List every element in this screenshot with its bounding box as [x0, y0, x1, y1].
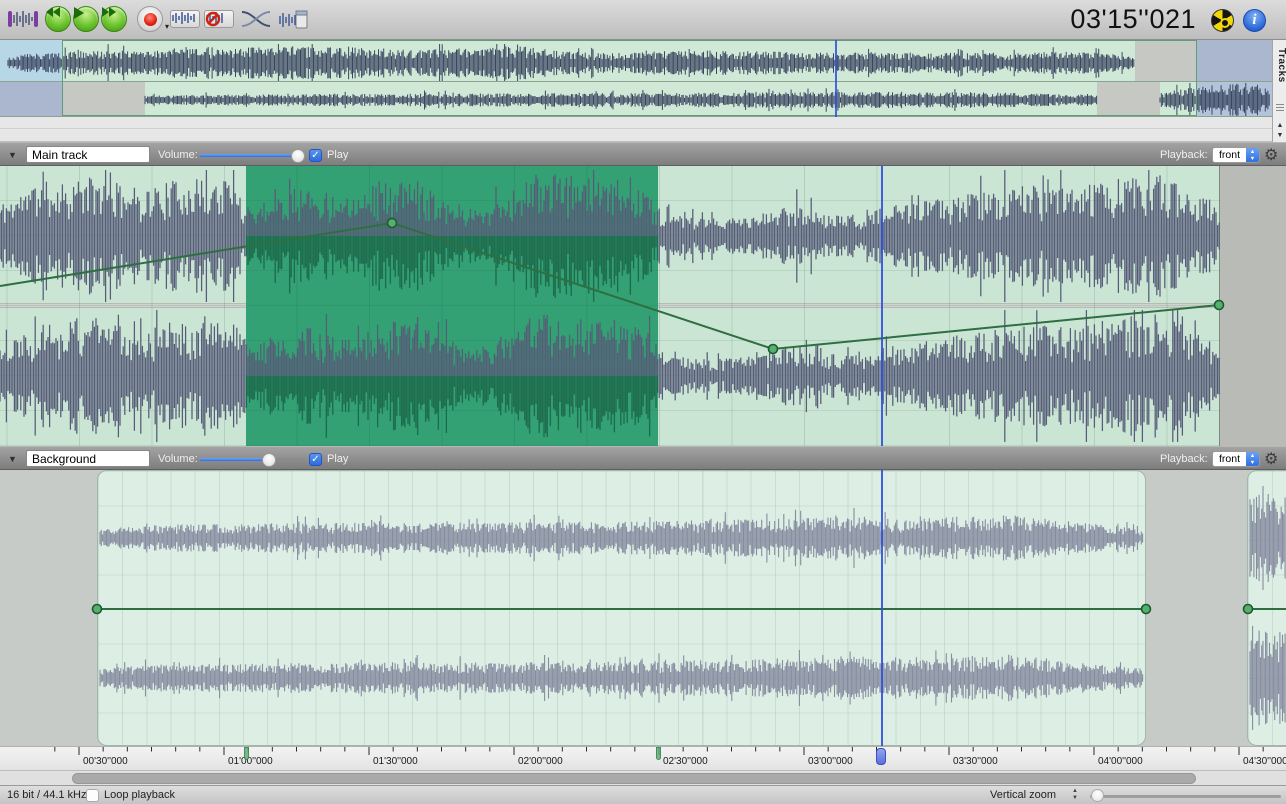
overview-scroll-down-button[interactable]: ▼: [1274, 130, 1286, 141]
background-playhead: [881, 470, 883, 746]
horizontal-scrollbar[interactable]: [0, 770, 1286, 785]
main-play-label: Play: [327, 149, 349, 161]
info-glyph: i: [1252, 12, 1257, 28]
background-play-label: Play: [327, 453, 349, 465]
vertical-zoom-slider-knob[interactable]: [1090, 789, 1104, 802]
overview-playhead: [835, 40, 837, 117]
burn-icon[interactable]: [1211, 9, 1234, 32]
selection-boundary-marker[interactable]: [244, 747, 249, 760]
edit-waveform-button[interactable]: [170, 10, 200, 28]
fade-curves-icon: [241, 11, 271, 27]
tracks-overview[interactable]: [0, 40, 1272, 117]
info-icon[interactable]: i: [1243, 9, 1266, 32]
main-volume-slider-knob[interactable]: [290, 148, 305, 163]
play-icon: [74, 7, 84, 19]
play-button[interactable]: [73, 6, 99, 32]
background-playback-label: Playback:: [1160, 453, 1208, 465]
overview-side-strip: Tracks ▲ ▼: [1272, 40, 1286, 142]
ruler-label: 00'30''000: [83, 756, 128, 767]
background-playback-dropdown[interactable]: front ▲ ▼: [1212, 451, 1260, 467]
silence-selection-button[interactable]: [204, 10, 234, 28]
background-volume-slider-fill: [200, 458, 269, 461]
horizontal-scrollbar-thumb[interactable]: [72, 773, 1196, 784]
background-play-checkbox[interactable]: ✓: [309, 453, 322, 466]
selection-tool-icon: [8, 11, 38, 27]
main-track-area[interactable]: [0, 166, 1286, 446]
waveform-window-icon: [279, 10, 308, 29]
main-play-checkbox[interactable]: ✓: [309, 149, 322, 162]
overview-visible-region-box[interactable]: [62, 40, 1197, 116]
no-entry-icon: [205, 11, 221, 27]
record-icon: [143, 12, 157, 26]
band-divider: [0, 128, 1272, 129]
ruler-label: 03'30''000: [953, 756, 998, 767]
ruler-label: 01'30''000: [373, 756, 418, 767]
ruler-label: 02'30''000: [663, 756, 708, 767]
audio-editor-window: ▾ 03'15''021 i Tracks ▲ ▼ ▼ Main track V…: [0, 0, 1286, 804]
record-button[interactable]: ▾: [137, 6, 169, 32]
background-track-name-field[interactable]: [26, 450, 150, 467]
envelope-handle[interactable]: [767, 343, 779, 355]
main-volume-slider-fill: [200, 154, 298, 157]
main-playback-dropdown[interactable]: front ▲ ▼: [1212, 147, 1260, 163]
ruler-label: 04'30''000: [1243, 756, 1286, 767]
background-volume-envelope: [91, 603, 1286, 615]
loop-playback-label: Loop playback: [104, 789, 175, 801]
main-playback-value: front: [1219, 149, 1241, 161]
main-volume-envelope: [0, 217, 1225, 355]
ruler-label: 04'00''000: [1098, 756, 1143, 767]
status-bar: 16 bit / 44.1 kHz Loop playback Vertical…: [0, 785, 1286, 804]
toolbar: ▾ 03'15''021 i: [0, 0, 1286, 40]
vertical-zoom-slider-track[interactable]: [1090, 794, 1281, 798]
background-volume-slider-knob[interactable]: [261, 452, 276, 467]
envelope-handle[interactable]: [1242, 603, 1254, 615]
rewind-icon: [46, 7, 60, 17]
audio-format-label: 16 bit / 44.1 kHz: [7, 789, 87, 801]
loop-playback-checkbox[interactable]: [86, 789, 99, 802]
background-track-area[interactable]: [0, 470, 1286, 746]
main-settings-gear-icon[interactable]: ⚙: [1264, 145, 1278, 165]
background-track-header: ▼ Volume: ✓ Play Playback: front ▲▼ ⚙: [0, 446, 1286, 470]
main-track-name-field[interactable]: [26, 146, 150, 163]
envelope-handle[interactable]: [1140, 603, 1152, 615]
playhead-handle[interactable]: [876, 748, 886, 765]
overview-lower-band: [0, 117, 1272, 142]
waveform-icon: [172, 12, 195, 24]
ruler-label: 03'00''000: [808, 756, 853, 767]
tracks-pane-grip[interactable]: [1276, 104, 1284, 111]
ruler-label: 02'00''000: [518, 756, 563, 767]
background-settings-gear-icon[interactable]: ⚙: [1264, 449, 1278, 469]
rewind-button[interactable]: [45, 6, 71, 32]
background-volume-label: Volume:: [158, 453, 198, 465]
envelope-handle[interactable]: [1213, 299, 1225, 311]
ruler-label: 01'00''000: [228, 756, 273, 767]
main-track-header: ▼ Volume: ✓ Play Playback: front ▲▼ ⚙: [0, 142, 1286, 166]
main-disclosure-triangle-icon[interactable]: ▼: [8, 150, 17, 160]
ruler-ticks: [54, 747, 1264, 755]
vertical-zoom-label: Vertical zoom: [990, 789, 1057, 801]
time-ruler[interactable]: 00'30''000 01'00''000 01'30''000 02'00''000…: [0, 746, 1286, 770]
envelope-handle[interactable]: [386, 217, 398, 229]
fast-forward-button[interactable]: [101, 6, 127, 32]
main-playhead: [881, 166, 883, 446]
tracks-pane-label: Tracks: [1276, 48, 1286, 83]
main-playback-label: Playback:: [1160, 149, 1208, 161]
timecode-display: 03'15''021: [1070, 4, 1196, 34]
main-playback-stepper-icon: ▲ ▼: [1246, 148, 1259, 162]
main-volume-label: Volume:: [158, 149, 198, 161]
background-playback-value: front: [1219, 453, 1241, 465]
fast-forward-icon: [102, 7, 116, 17]
background-disclosure-triangle-icon[interactable]: ▼: [8, 454, 17, 464]
vertical-zoom-stepper-icon[interactable]: ▲ ▼: [1072, 788, 1078, 802]
record-menu-caret-icon: ▾: [164, 22, 169, 31]
background-playback-stepper-icon: ▲ ▼: [1246, 452, 1259, 466]
envelope-handle[interactable]: [91, 603, 103, 615]
selection-boundary-marker[interactable]: [656, 747, 661, 760]
